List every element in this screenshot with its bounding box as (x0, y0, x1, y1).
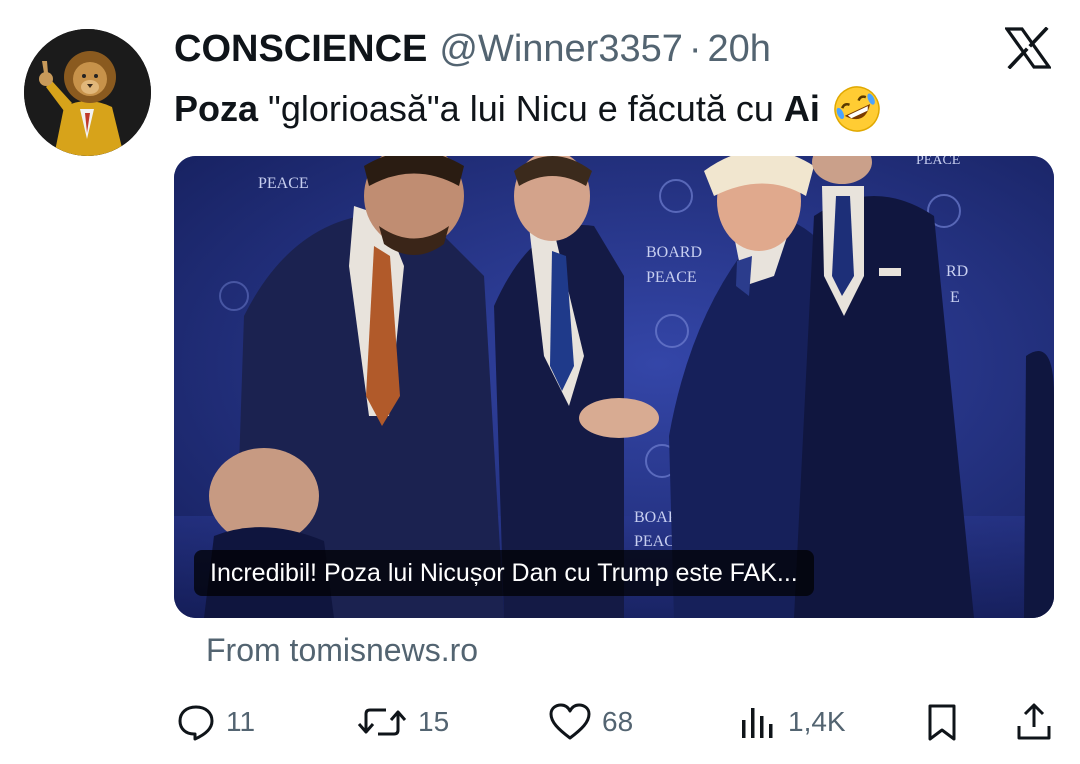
timestamp[interactable]: 20h (708, 28, 771, 71)
tweet-text-middle: "glorioasă"a lui Nicu e făcută cu (258, 88, 784, 129)
like-count: 68 (602, 706, 634, 737)
bookmark-button[interactable] (922, 690, 962, 754)
reply-button[interactable]: 11 (176, 690, 255, 754)
repost-count: 15 (418, 706, 450, 737)
tweet-header: CONSCIENCE @Winner3357 · 20h (174, 28, 771, 72)
backdrop-text-peace-top: PEACE (258, 175, 309, 192)
x-logo-icon[interactable] (1005, 27, 1051, 69)
bookmark-icon (928, 704, 956, 741)
link-card-caption[interactable]: Incredibil! Poza lui Nicușor Dan cu Trum… (194, 550, 814, 596)
display-name[interactable]: CONSCIENCE (174, 28, 427, 71)
news-photo: PEACE BOARD PEACE BOAR PEACI PEACE RD E (174, 156, 1054, 618)
share-button[interactable] (1014, 690, 1054, 754)
tweet-bold-start: Poza (174, 88, 259, 129)
reply-icon (178, 705, 214, 741)
lion-avatar-icon (24, 29, 151, 156)
repost-button[interactable]: 15 (356, 690, 449, 754)
tweet-bold-end: Ai (783, 88, 820, 129)
reply-count: 11 (226, 706, 256, 737)
user-handle[interactable]: @Winner3357 (439, 28, 682, 71)
tweet-actions-bar: 11 15 68 1,4K (0, 690, 1080, 754)
backdrop-text-board-mid: BOARD (646, 244, 702, 261)
backdrop-text-e-right: E (950, 289, 960, 306)
heart-icon (549, 703, 591, 740)
backdrop-text-rd-right: RD (946, 263, 968, 280)
link-preview-card[interactable]: PEACE BOARD PEACE BOAR PEACI PEACE RD E (174, 156, 1054, 618)
link-source[interactable]: From tomisnews.ro (206, 632, 478, 669)
avatar[interactable] (24, 29, 151, 156)
tweet-text: Poza "glorioasă"a lui Nicu e făcută cu A… (174, 84, 882, 134)
backdrop-text-peace-right: PEACE (916, 156, 960, 168)
views-chart-icon (742, 708, 773, 738)
backdrop-text-peace-mid: PEACE (646, 269, 697, 286)
share-icon (1017, 703, 1051, 740)
views-button[interactable]: 1,4K (738, 690, 846, 754)
rolling-laughing-emoji-icon (834, 86, 880, 132)
views-count: 1,4K (788, 706, 846, 737)
separator-dot: · (688, 28, 702, 70)
like-button[interactable]: 68 (548, 690, 633, 754)
repost-icon (357, 708, 407, 736)
